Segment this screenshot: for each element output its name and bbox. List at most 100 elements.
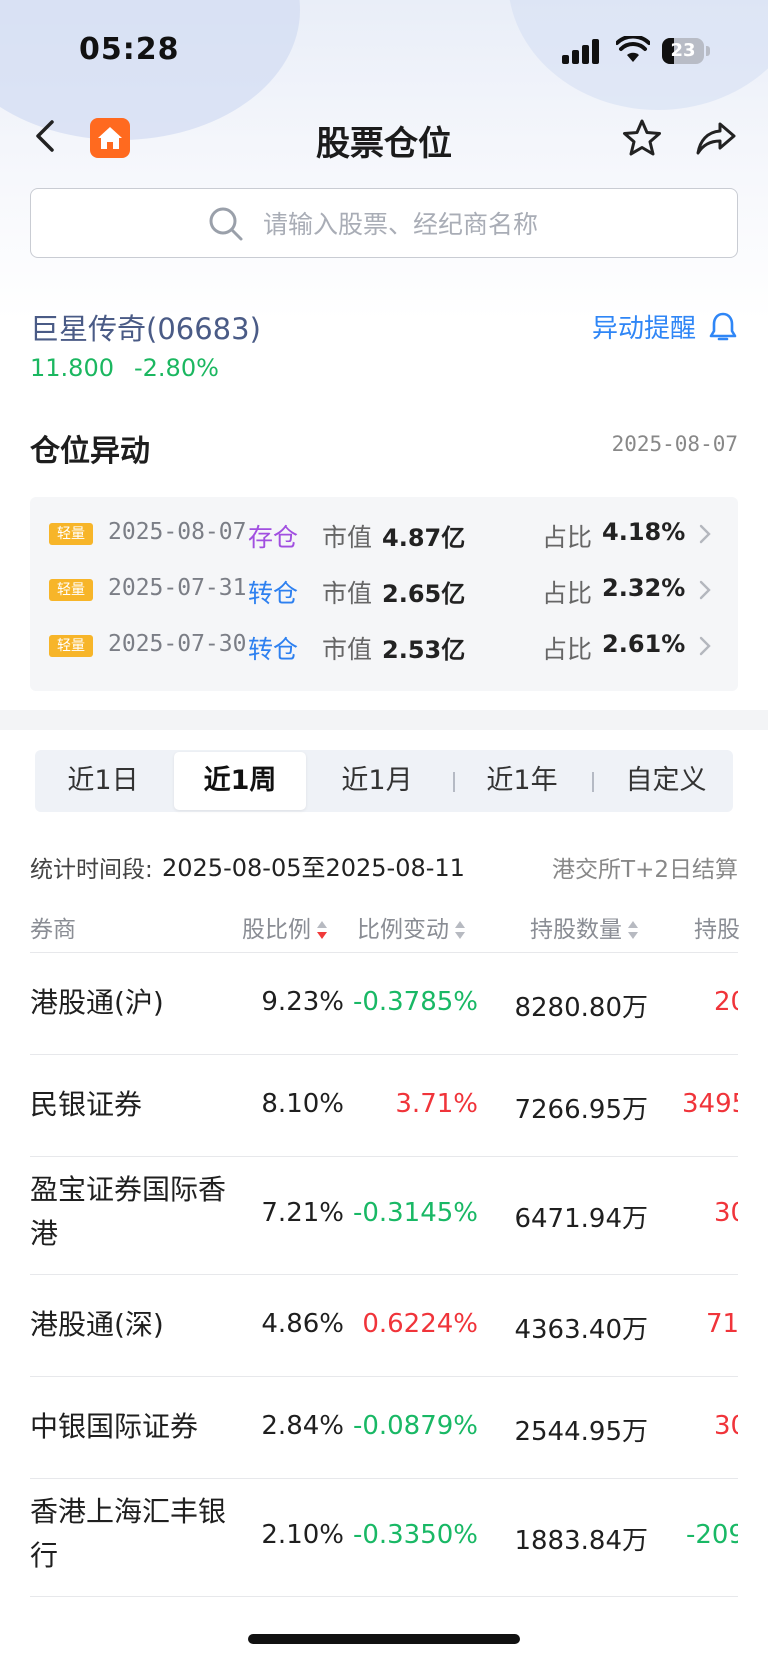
ratio-label: 占比: [542, 635, 593, 664]
position-change-item[interactable]: 轻量 2025-07-31 转仓 市值 2.65亿 占比 2.32%: [30, 562, 738, 618]
favorite-star-icon[interactable]: [620, 116, 664, 160]
ratio-cell: 2.84%: [261, 1411, 344, 1441]
table-header: 券商 股比例 比例变动 持股数量 持股: [30, 900, 740, 953]
stock-quote: 11.800 -2.80%: [30, 354, 219, 382]
broker-name: 民银证券: [30, 1088, 143, 1121]
chevron-right-icon: [699, 636, 711, 656]
market-value-label: 市值: [322, 523, 373, 552]
sort-icon: [455, 920, 465, 941]
stock-name[interactable]: 巨星传奇(06683): [30, 306, 261, 348]
status-time: 05:28: [79, 32, 180, 67]
holding-cell: 3495: [682, 1089, 738, 1119]
cellular-signal-icon: [562, 38, 602, 64]
level-badge: 轻量: [49, 635, 93, 657]
level-badge: 轻量: [49, 523, 93, 545]
shares-cell: 8280.80万: [514, 993, 648, 1023]
nav-bar: 股票仓位: [0, 100, 768, 176]
tab-1-month[interactable]: 近1月: [309, 750, 445, 812]
holding-cell: 20: [714, 987, 738, 1017]
tab-1-week[interactable]: 近1周: [174, 752, 306, 810]
wifi-icon: [616, 36, 650, 62]
period-label: 统计时间段:: [30, 857, 153, 883]
ratio-value: 4.18%: [602, 518, 686, 546]
sort-desc-icon: [317, 920, 327, 941]
anomaly-alert-button[interactable]: 异动提醒: [592, 308, 738, 345]
position-change-item[interactable]: 轻量 2025-07-30 转仓 市值 2.53亿 占比 2.61%: [30, 618, 738, 674]
position-change-item[interactable]: 轻量 2025-08-07 存仓 市值 4.87亿 占比 4.18%: [30, 506, 738, 562]
table-row[interactable]: 民银证券 8.10% 3.71% 7266.95万 3495: [30, 1054, 738, 1157]
share-icon[interactable]: [694, 116, 738, 160]
position-change-list: 轻量 2025-08-07 存仓 市值 4.87亿 占比 4.18% 轻量 20…: [30, 497, 738, 691]
market-value: 4.87亿: [382, 524, 466, 552]
period-tabs: 近1日 近1周 近1月 近1年 自定义: [35, 750, 733, 812]
broker-name: 港股通(深): [30, 1308, 164, 1341]
ratio-value: 2.32%: [602, 574, 686, 602]
change-date: 2025-08-07: [108, 519, 247, 545]
shares-cell: 4363.40万: [514, 1315, 648, 1345]
section-divider: [0, 710, 768, 730]
broker-name: 香港上海汇丰银行: [30, 1495, 227, 1572]
market-value: 2.53亿: [382, 636, 466, 664]
ratio-value: 2.61%: [602, 630, 686, 658]
holding-cell: 30: [714, 1198, 738, 1228]
table-row[interactable]: 港股通(沪) 9.23% -0.3785% 8280.80万 20: [30, 952, 738, 1055]
change-date: 2025-07-30: [108, 631, 247, 657]
home-icon[interactable]: [90, 118, 130, 158]
column-ratio[interactable]: 股比例: [242, 910, 327, 944]
chevron-right-icon: [699, 580, 711, 600]
search-box[interactable]: [30, 188, 738, 258]
table-row[interactable]: 港股通(深) 4.86% 0.6224% 4363.40万 717: [30, 1274, 738, 1377]
tab-separator: [592, 772, 594, 792]
holding-cell: -209: [686, 1520, 738, 1550]
stock-price: 11.800: [30, 354, 114, 382]
tab-1-day[interactable]: 近1日: [35, 750, 171, 812]
market-value-label: 市值: [322, 635, 373, 664]
table-row[interactable]: 中银国际证券 2.84% -0.0879% 2544.95万 30: [30, 1376, 738, 1479]
tab-custom[interactable]: 自定义: [599, 750, 733, 812]
change-cell: -0.3785%: [352, 987, 478, 1017]
column-shares[interactable]: 持股数量: [530, 910, 638, 944]
column-broker: 券商: [30, 917, 76, 943]
table-row[interactable]: 香港上海汇丰银行 2.10% -0.3350% 1883.84万 -209: [30, 1478, 738, 1597]
column-holding[interactable]: 持股: [694, 910, 740, 944]
settlement-note: 港交所T+2日结算: [552, 857, 738, 883]
sort-icon: [628, 920, 638, 941]
ratio-cell: 7.21%: [261, 1198, 344, 1228]
search-icon: [209, 207, 243, 241]
ratio-label: 占比: [542, 523, 593, 552]
broker-name: 港股通(沪): [30, 986, 164, 1019]
column-change[interactable]: 比例变动: [357, 910, 465, 944]
table-row[interactable]: 盈宝证券国际香港 7.21% -0.3145% 6471.94万 30: [30, 1156, 738, 1275]
period-value: 2025-08-05至2025-08-11: [162, 854, 465, 882]
chevron-right-icon: [699, 524, 711, 544]
change-cell: -0.3145%: [352, 1198, 478, 1228]
anomaly-alert-label: 异动提醒: [591, 314, 696, 344]
bell-icon: [709, 312, 737, 340]
broker-table: 港股通(沪) 9.23% -0.3785% 8280.80万 20 民银证券 8…: [30, 952, 738, 1600]
broker-name: 盈宝证券国际香港: [30, 1173, 227, 1250]
market-value: 2.65亿: [382, 580, 466, 608]
home-indicator: [248, 1634, 520, 1644]
change-cell: -0.3350%: [352, 1520, 478, 1550]
change-cell: 0.6224%: [362, 1309, 478, 1339]
column-ratio-label: 股比例: [242, 917, 311, 943]
change-type: 转仓: [248, 635, 299, 664]
position-change-date: 2025-08-07: [611, 432, 738, 456]
battery-icon: 23: [662, 38, 710, 64]
column-change-label: 比例变动: [357, 917, 449, 943]
market-value-label: 市值: [322, 579, 373, 608]
shares-cell: 6471.94万: [514, 1204, 648, 1234]
column-shares-label: 持股数量: [530, 917, 622, 943]
shares-cell: 2544.95万: [514, 1417, 648, 1447]
stock-change: -2.80%: [133, 354, 219, 382]
tab-1-year[interactable]: 近1年: [459, 750, 585, 812]
search-input[interactable]: [261, 201, 685, 247]
battery-level: 23: [670, 40, 696, 61]
holding-cell: 30: [714, 1411, 738, 1441]
level-badge: 轻量: [49, 579, 93, 601]
holding-cell: 717: [706, 1309, 738, 1339]
ratio-cell: 9.23%: [261, 987, 344, 1017]
shares-cell: 7266.95万: [514, 1095, 648, 1125]
change-cell: -0.0879%: [352, 1411, 478, 1441]
change-date: 2025-07-31: [108, 575, 247, 601]
